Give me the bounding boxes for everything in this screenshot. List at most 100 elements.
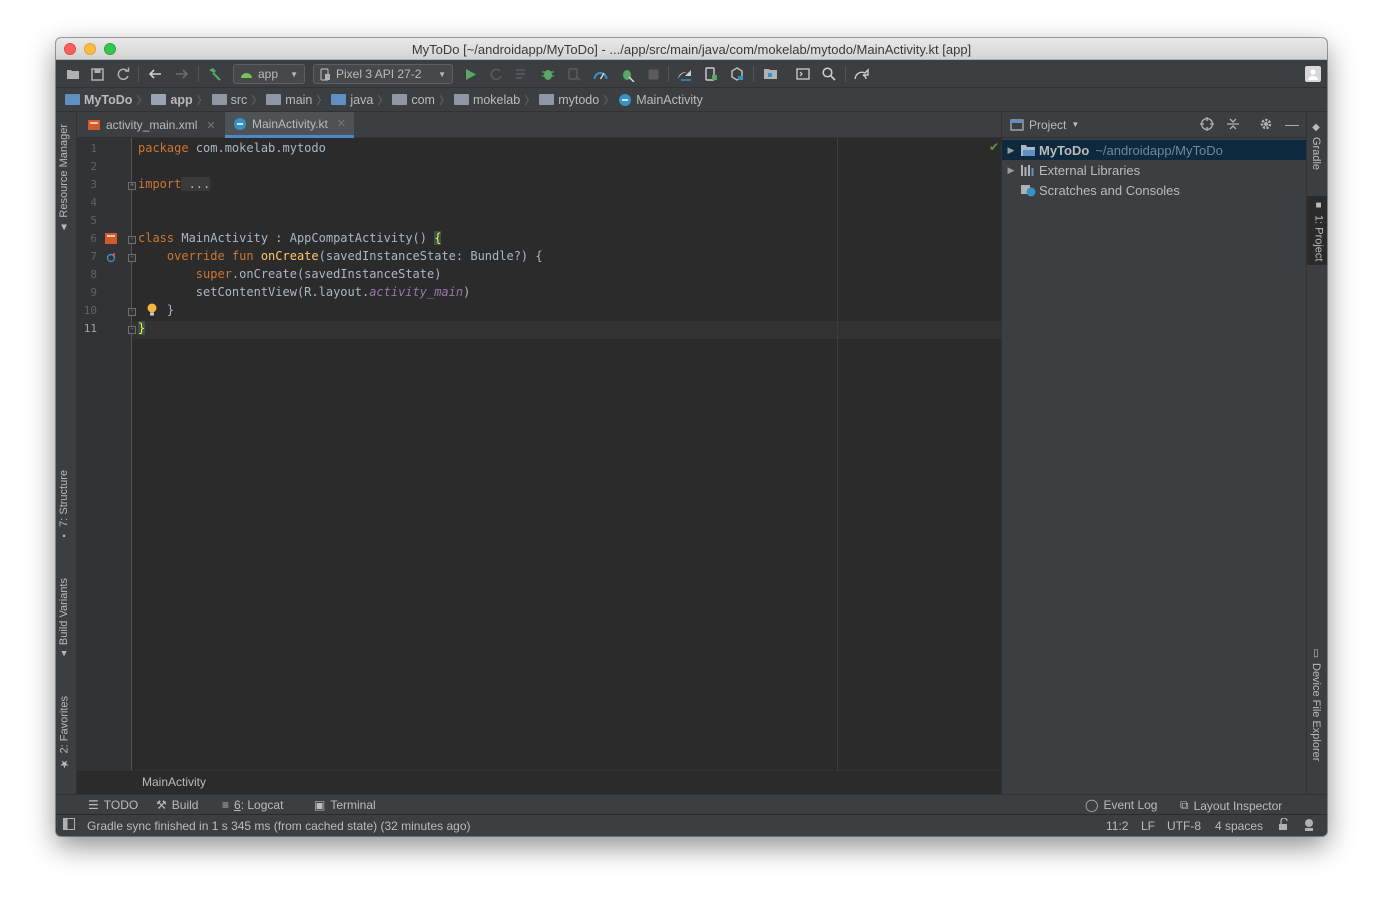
hammer-icon: ⚒ [156,798,167,812]
gradle-tab[interactable]: ◆ Gradle [1310,122,1322,170]
editor-tabs: activity_main.xml ✕ MainActivity.kt ✕ [77,112,1001,138]
locate-file-icon[interactable] [1200,117,1214,134]
run-config-selector[interactable]: app ▼ [233,64,305,84]
breadcrumb-item-mokelab[interactable]: mokelab 〉 [453,92,535,108]
bottom-tool-bar: ☰ TODO ⚒ Build ≡ 6: Logcat ▣ Terminal ◯ … [56,794,1327,814]
file-encoding[interactable]: UTF-8 [1167,819,1201,833]
sync-gradle-icon[interactable] [676,65,694,83]
debug-attach-green-icon[interactable] [618,65,636,83]
fold-toggle-icon[interactable]: - [128,326,136,334]
breadcrumb-item-main[interactable]: main 〉 [266,92,327,108]
override-method-icon[interactable] [106,252,117,263]
make-project-hammer-icon[interactable] [205,65,223,83]
run-anything-icon[interactable] [794,65,812,83]
back-arrow-icon[interactable] [146,65,164,83]
close-tab-icon[interactable]: ✕ [206,119,215,132]
line-number: 2 [90,160,97,173]
breadcrumb-item-app[interactable]: app 〉 [151,92,208,108]
current-line-highlight [133,321,1001,339]
breadcrumb-item-mytodo-package[interactable]: mytodo 〉 [539,92,614,108]
todo-tool-button[interactable]: ☰ TODO [88,798,138,812]
lock-icon[interactable] [1278,817,1290,834]
event-log-tool-button[interactable]: ◯ Event Log [1085,798,1157,812]
tree-item-external-libraries[interactable]: ▶ External Libraries [1002,160,1307,180]
line-number-current: 11 [83,322,97,335]
favorites-tab[interactable]: ★ 2: Favorites [58,696,72,770]
gear-icon[interactable] [1259,117,1273,134]
code-line-9: setContentView(R.layout.activity_main) [138,285,471,299]
sdk-manager-icon[interactable] [728,65,746,83]
line-separator[interactable]: LF [1141,819,1155,833]
avd-manager-icon[interactable] [702,65,720,83]
user-avatar-icon[interactable] [1305,66,1321,82]
project-structure-icon[interactable] [761,65,779,83]
line-number: 4 [90,196,97,209]
terminal-tool-button[interactable]: ▣ Terminal [314,798,376,812]
tree-item-scratches[interactable]: Scratches and Consoles [1002,180,1307,200]
attach-debugger-icon[interactable] [565,65,583,83]
device-selector[interactable]: Pixel 3 API 27-2 ▼ [313,64,453,84]
code-editor[interactable]: 1 2 3 4 5 6 7 8 9 10 11 + - - - - packag… [77,138,1001,770]
expand-arrow-icon[interactable]: ▶ [1004,145,1018,156]
structure-tab[interactable]: ▪ 7: Structure [58,470,70,541]
resource-manager-tab[interactable]: ▲ Resource Manager [58,124,70,233]
fold-toggle-icon[interactable]: + [128,182,136,190]
device-file-explorer-tab[interactable]: ▯ Device File Explorer [1310,648,1322,761]
toggle-tool-windows-icon[interactable] [63,818,75,833]
footer-breadcrumb-item[interactable]: MainActivity [142,775,206,789]
fold-toggle-icon[interactable]: - [128,236,136,244]
inspector-icon[interactable] [1302,818,1316,835]
breadcrumb-item-mytodo[interactable]: MyToDo 〉 [65,92,147,108]
hide-panel-icon[interactable]: — [1285,116,1299,132]
breadcrumb-item-java[interactable]: java 〉 [331,92,388,108]
apply-changes-icon[interactable] [487,65,505,83]
tab-mainactivity-kt[interactable]: MainActivity.kt ✕ [225,112,355,138]
breadcrumb-item-src[interactable]: src 〉 [211,92,262,108]
terminal-icon: ▣ [314,798,326,812]
caret-position[interactable]: 11:2 [1106,819,1128,833]
folder-icon [211,94,227,105]
fold-toggle-icon[interactable]: - [128,254,136,262]
gradle-elephant-icon[interactable] [853,65,871,83]
expand-arrow-icon[interactable]: ▶ [1004,165,1018,176]
status-message[interactable]: Gradle sync finished in 1 s 345 ms (from… [87,819,471,833]
code-line-8: super.onCreate(savedInstanceState) [138,267,442,281]
save-all-icon[interactable] [88,65,106,83]
build-tool-button[interactable]: ⚒ Build [156,798,198,812]
kotlin-class-icon [619,93,632,106]
fold-toggle-icon[interactable]: - [128,308,136,316]
package-folder-icon [453,94,469,105]
collapse-all-icon[interactable] [1226,117,1240,134]
apply-code-changes-icon[interactable] [513,65,531,83]
left-tool-strip: ▲ Resource Manager ▪ 7: Structure ▲ Buil… [56,112,77,794]
breadcrumb-item-mainactivity[interactable]: MainActivity [618,93,703,107]
tree-item-mytodo[interactable]: ▶ MyToDo ~/androidapp/MyToDo [1002,140,1307,160]
layout-inspector-tool-button[interactable]: ⧉ Layout Inspector [1180,798,1282,813]
logcat-tool-button[interactable]: ≡ 6: Logcat [222,798,283,812]
run-icon[interactable] [462,65,480,83]
open-folder-icon[interactable] [64,65,82,83]
chevron-down-icon[interactable]: ▼ [1071,120,1079,129]
chevron-down-icon: ▼ [290,69,298,79]
library-icon [1021,164,1034,176]
profile-icon[interactable] [591,65,609,83]
project-tab[interactable]: ■ 1: Project [1307,196,1327,266]
indent-setting[interactable]: 4 spaces [1215,819,1263,833]
status-bar: Gradle sync finished in 1 s 345 ms (from… [56,814,1327,836]
close-tab-icon[interactable]: ✕ [337,117,346,130]
source-folder-icon [331,94,347,105]
package-folder-icon [392,94,408,105]
breadcrumb-item-com[interactable]: com 〉 [392,92,450,108]
search-icon[interactable] [820,65,838,83]
layout-inspector-icon: ⧉ [1180,798,1189,812]
tab-activity-main-xml[interactable]: activity_main.xml ✕ [79,112,224,138]
layout-link-icon[interactable] [104,232,118,245]
forward-arrow-icon[interactable] [173,65,191,83]
build-variants-tab[interactable]: ▲ Build Variants [58,578,70,659]
project-view-selector[interactable]: Project [1029,118,1066,132]
line-number: 1 [90,142,97,155]
stop-icon[interactable] [644,65,662,83]
right-tool-strip: ◆ Gradle ■ 1: Project ▯ Device File Expl… [1306,112,1327,794]
debug-icon[interactable] [539,65,557,83]
sync-icon[interactable] [114,65,132,83]
